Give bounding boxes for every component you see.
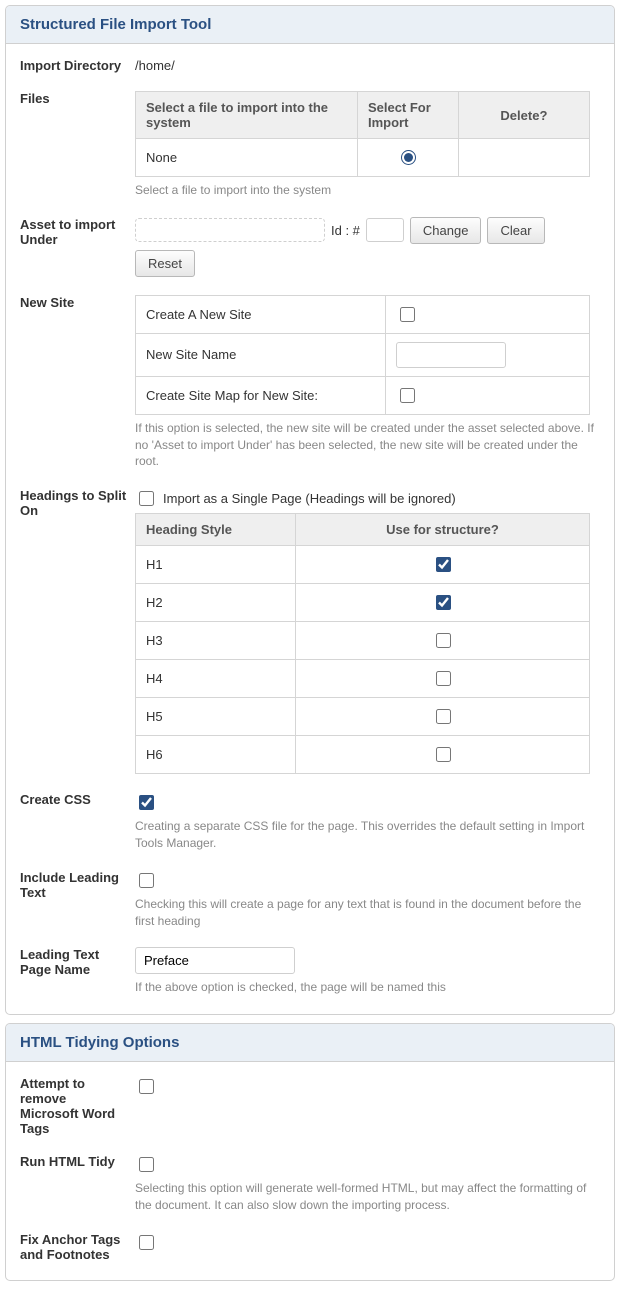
newsite-help: If this option is selected, the new site… xyxy=(135,420,600,470)
heading-style-cell: H3 xyxy=(136,622,296,660)
heading-style-cell: H4 xyxy=(136,660,296,698)
newsite-sitemap-checkbox[interactable] xyxy=(400,388,415,403)
heading-style-cell: H1 xyxy=(136,546,296,584)
table-row: Create Site Map for New Site: xyxy=(136,376,590,414)
leadname-help: If the above option is checked, the page… xyxy=(135,979,600,996)
runtidy-checkbox[interactable] xyxy=(139,1157,154,1172)
heading-style-cell: H2 xyxy=(136,584,296,622)
createcss-help: Creating a separate CSS file for the pag… xyxy=(135,818,600,852)
table-row: H4 xyxy=(136,660,590,698)
leadtext-help: Checking this will create a page for any… xyxy=(135,896,600,930)
heading-style-cell: H5 xyxy=(136,698,296,736)
files-label: Files xyxy=(20,91,135,199)
asset-idhash-label: Id : # xyxy=(331,223,360,238)
heading-use-cell xyxy=(296,546,590,584)
newsite-label: New Site xyxy=(20,295,135,470)
import-directory-value: /home/ xyxy=(135,58,600,73)
leadname-label: Leading Text Page Name xyxy=(20,947,135,996)
reset-button[interactable]: Reset xyxy=(135,250,195,277)
asset-picker-input[interactable] xyxy=(135,218,325,242)
table-row: Create A New Site xyxy=(136,295,590,333)
headings-th-use: Use for structure? xyxy=(296,514,590,546)
asset-id-input[interactable] xyxy=(366,218,404,242)
file-select-radio[interactable] xyxy=(401,150,416,165)
fixanchor-checkbox[interactable] xyxy=(139,1235,154,1250)
html-tidy-panel: HTML Tidying Options Attempt to remove M… xyxy=(5,1023,615,1281)
fixanchor-label: Fix Anchor Tags and Footnotes xyxy=(20,1232,135,1262)
heading-use-cell xyxy=(296,736,590,774)
file-delete-cell xyxy=(458,139,589,177)
clear-button[interactable]: Clear xyxy=(487,217,544,244)
leadname-input[interactable] xyxy=(135,947,295,974)
file-cell: None xyxy=(136,139,358,177)
table-row: H3 xyxy=(136,622,590,660)
structured-import-header: Structured File Import Tool xyxy=(6,6,614,44)
heading-use-cell xyxy=(296,622,590,660)
newsite-create-label: Create A New Site xyxy=(136,295,386,333)
table-row: None xyxy=(136,139,590,177)
leadtext-label: Include Leading Text xyxy=(20,870,135,930)
table-row: New Site Name xyxy=(136,333,590,376)
files-th-delete: Delete? xyxy=(458,92,589,139)
files-help: Select a file to import into the system xyxy=(135,182,600,199)
newsite-sitemap-label: Create Site Map for New Site: xyxy=(136,376,386,414)
runtidy-label: Run HTML Tidy xyxy=(20,1154,135,1214)
heading-use-checkbox[interactable] xyxy=(436,633,451,648)
heading-use-cell xyxy=(296,698,590,736)
structured-import-panel: Structured File Import Tool Import Direc… xyxy=(5,5,615,1015)
newsite-name-input[interactable] xyxy=(396,342,506,368)
heading-use-checkbox[interactable] xyxy=(436,709,451,724)
file-select-cell xyxy=(357,139,458,177)
heading-use-cell xyxy=(296,660,590,698)
heading-use-checkbox[interactable] xyxy=(436,557,451,572)
table-row: H5 xyxy=(136,698,590,736)
import-directory-label: Import Directory xyxy=(20,58,135,73)
files-th-select: Select For Import xyxy=(357,92,458,139)
headings-label: Headings to Split On xyxy=(20,488,135,774)
files-table: Select a file to import into the system … xyxy=(135,91,590,177)
change-button[interactable]: Change xyxy=(410,217,482,244)
table-row: H2 xyxy=(136,584,590,622)
createcss-checkbox[interactable] xyxy=(139,795,154,810)
newsite-name-label: New Site Name xyxy=(136,333,386,376)
heading-use-checkbox[interactable] xyxy=(436,671,451,686)
leadtext-checkbox[interactable] xyxy=(139,873,154,888)
table-row: H1 xyxy=(136,546,590,584)
removeword-checkbox[interactable] xyxy=(139,1079,154,1094)
files-th-file: Select a file to import into the system xyxy=(136,92,358,139)
html-tidy-header: HTML Tidying Options xyxy=(6,1024,614,1062)
structured-import-body: Import Directory /home/ Files Select a f… xyxy=(6,44,614,1014)
asset-label: Asset to import Under xyxy=(20,217,135,277)
heading-use-cell xyxy=(296,584,590,622)
removeword-label: Attempt to remove Microsoft Word Tags xyxy=(20,1076,135,1136)
single-page-checkbox[interactable] xyxy=(139,491,154,506)
html-tidy-body: Attempt to remove Microsoft Word Tags Ru… xyxy=(6,1062,614,1280)
heading-use-checkbox[interactable] xyxy=(436,595,451,610)
newsite-table: Create A New Site New Site Name Create S… xyxy=(135,295,590,415)
createcss-label: Create CSS xyxy=(20,792,135,852)
heading-style-cell: H6 xyxy=(136,736,296,774)
headings-table: Heading Style Use for structure? H1H2H3H… xyxy=(135,513,590,774)
table-row: H6 xyxy=(136,736,590,774)
headings-th-style: Heading Style xyxy=(136,514,296,546)
newsite-create-checkbox[interactable] xyxy=(400,307,415,322)
heading-use-checkbox[interactable] xyxy=(436,747,451,762)
single-page-label: Import as a Single Page (Headings will b… xyxy=(163,491,456,506)
